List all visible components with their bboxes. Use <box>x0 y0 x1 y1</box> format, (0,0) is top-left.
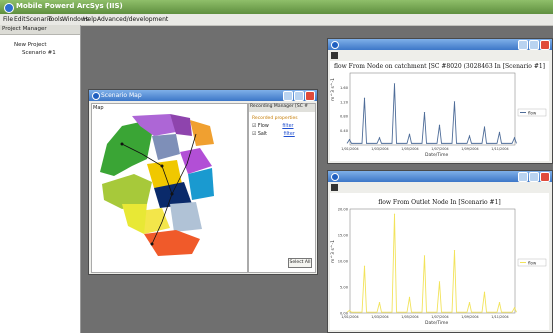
y-tick-label: 10.00 <box>338 260 349 264</box>
menu-bar: File Edit Scenario Tools Windows Help Ad… <box>0 14 553 26</box>
menu-help[interactable]: Help <box>83 16 97 23</box>
app-titlebar: Mobile Powerd ArcSys (IIS) <box>0 0 553 14</box>
maximize-button[interactable] <box>294 91 304 101</box>
data-point <box>438 124 441 126</box>
data-point <box>423 112 426 114</box>
chart-1-plot[interactable]: 0.40 0.80 1.20 1.60 1/01/2004 1/03/2004 1/05/2… <box>330 61 549 161</box>
close-button[interactable] <box>305 91 315 101</box>
data-point <box>408 296 411 298</box>
checkbox-checked-icon[interactable]: ☑ <box>252 132 256 137</box>
window-icon <box>92 92 100 100</box>
data-point <box>438 281 441 283</box>
data-point <box>498 302 501 304</box>
window-icon <box>331 173 339 181</box>
data-point <box>363 97 366 99</box>
catchment-map[interactable] <box>92 104 247 272</box>
y-tick-label: 1.60 <box>340 86 349 90</box>
menu-file[interactable]: File <box>3 16 13 23</box>
save-icon[interactable] <box>331 184 338 191</box>
menu-tools[interactable]: Tools <box>48 16 63 23</box>
graph2-titlebar[interactable] <box>328 171 552 182</box>
x-tick-label: 1/01/2004 <box>341 147 358 151</box>
data-point <box>498 131 501 133</box>
data-point <box>393 83 396 85</box>
chart-2-plot[interactable]: 0.005.0010.0015.0020.001/01/2004 1/03/200… <box>330 193 549 330</box>
save-icon[interactable] <box>331 52 338 59</box>
y-tick-label: 15.00 <box>338 234 349 238</box>
app-title: Mobile Powerd ArcSys (IIS) <box>16 2 123 10</box>
data-point <box>423 255 426 257</box>
recorded-item-flow[interactable]: ☑ Flow filter <box>252 124 294 129</box>
y-tick-label: 0.40 <box>340 129 349 133</box>
maximize-button[interactable] <box>529 172 539 182</box>
y-tick-label: 20.00 <box>338 208 349 212</box>
project-manager-header: Project Manager <box>0 25 80 35</box>
x-tick-label: 1/01/2004 <box>341 315 358 319</box>
minimize-button[interactable] <box>283 91 293 101</box>
x-tick-label: 1/07/2004 <box>431 315 448 319</box>
data-point <box>378 137 381 139</box>
x-tick-label: 1/09/2004 <box>461 315 478 319</box>
data-point <box>453 101 456 103</box>
map-window-title: Scenario Map <box>101 92 142 99</box>
map-panel: Map <box>91 103 248 273</box>
tree-item-label: Scenario #1 <box>22 50 56 56</box>
x-tick-label: 1/05/2004 <box>401 315 418 319</box>
minimize-button[interactable] <box>518 40 528 50</box>
scenario-map-window: Scenario Map Map Recording Manager [SC #… <box>88 89 318 275</box>
close-button[interactable] <box>540 40 550 50</box>
project-manager-title: Project Manager <box>2 26 47 32</box>
tree-item-label: New Project <box>14 42 47 48</box>
chart-1-legend-label: flow <box>528 111 537 116</box>
data-point <box>378 302 381 304</box>
graph-window-1: flow From Node on catchment [SC #8020 (3… <box>327 38 553 164</box>
y-tick-label: 5.00 <box>340 286 349 290</box>
recording-manager-title: Recording Manager [SC # <box>249 104 315 112</box>
chart-2: flow From Outlet Node In [Scenario #1] m… <box>330 193 549 330</box>
y-tick-label: 1.20 <box>340 100 349 104</box>
map-window-titlebar[interactable]: Scenario Map <box>89 90 317 101</box>
data-point <box>348 309 351 311</box>
data-point <box>468 302 471 304</box>
project-manager-panel: Project Manager New Project Scenario #1 <box>0 25 81 333</box>
x-tick-label: 1/11/2004 <box>491 315 508 319</box>
data-point <box>453 250 456 252</box>
checkbox-checked-icon[interactable]: ☑ <box>252 124 256 129</box>
menu-advanced[interactable]: Advanced/development <box>97 16 168 23</box>
data-point <box>483 126 486 128</box>
data-point <box>468 135 471 137</box>
window-icon <box>331 41 339 49</box>
data-point <box>513 137 516 139</box>
graph-window-2: flow From Outlet Node In [Scenario #1] m… <box>327 170 553 333</box>
app-icon <box>4 3 14 13</box>
filter-link[interactable]: filter <box>282 124 293 129</box>
chart-1: flow From Node on catchment [SC #8020 (3… <box>330 61 549 161</box>
x-tick-label: 1/03/2004 <box>371 315 388 319</box>
graph1-titlebar[interactable] <box>328 39 552 50</box>
filter-link[interactable]: filter <box>284 132 295 137</box>
chart-2-legend-label: flow <box>528 261 537 266</box>
data-point <box>363 265 366 267</box>
recording-manager-panel: Recording Manager [SC # Recorded propert… <box>248 103 316 273</box>
recorded-item-salt[interactable]: ☑ Salt filter <box>252 132 295 137</box>
data-point <box>513 307 516 309</box>
close-button[interactable] <box>540 172 550 182</box>
x-tick-label: 1/03/2004 <box>371 147 388 151</box>
x-tick-label: 1/07/2004 <box>431 147 448 151</box>
maximize-button[interactable] <box>529 40 539 50</box>
x-tick-label: 1/05/2004 <box>401 147 418 151</box>
data-point <box>483 291 486 293</box>
x-tick-label: 1/11/2004 <box>491 147 508 151</box>
data-point <box>348 139 351 141</box>
data-point <box>408 133 411 135</box>
minimize-button[interactable] <box>518 172 528 182</box>
select-all-button[interactable]: Select All <box>288 258 312 268</box>
menu-edit[interactable]: Edit <box>14 16 26 23</box>
recorded-properties-header: Recorded properties <box>252 116 298 121</box>
y-tick-label: 0.80 <box>340 115 349 119</box>
x-tick-label: 1/09/2004 <box>461 147 478 151</box>
data-point <box>393 213 396 215</box>
tree-item-scenario[interactable]: Scenario #1 <box>22 50 56 56</box>
tree-item-new-project[interactable]: New Project <box>14 42 47 48</box>
